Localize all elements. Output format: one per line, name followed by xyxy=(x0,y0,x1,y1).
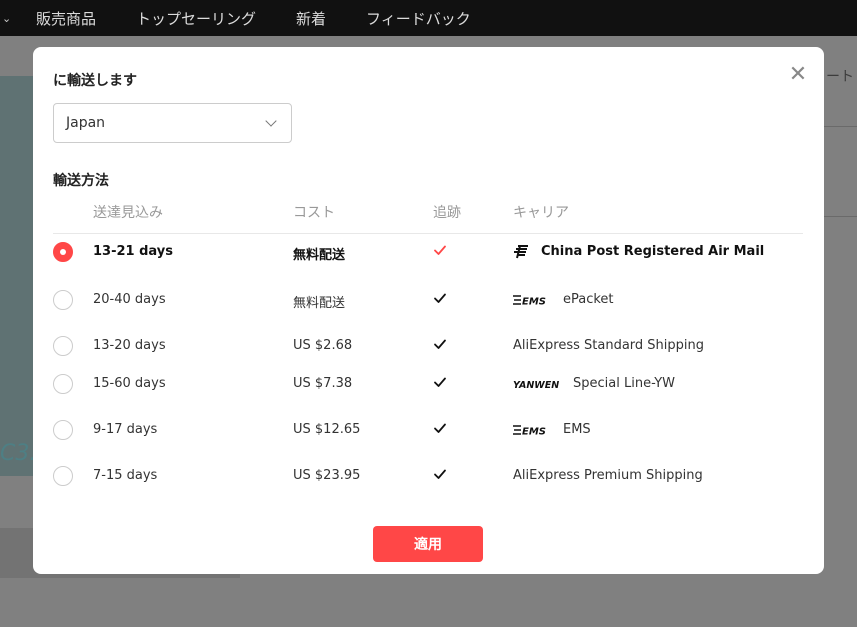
apply-button[interactable]: 適用 xyxy=(373,526,483,562)
carrier-name: China Post Registered Air Mail xyxy=(541,244,765,259)
shipping-option-row[interactable]: 7-15 days US $23.95 AliExpress Premium Shi… xyxy=(53,466,803,506)
svg-text:YANWEN: YANWEN xyxy=(513,380,559,390)
nav-item-products[interactable]: 販売商品 xyxy=(36,8,96,29)
shipping-cost: US $2.68 xyxy=(293,338,353,353)
delivery-estimate: 7-15 days xyxy=(93,468,158,483)
carrier-name: EMS xyxy=(563,422,591,437)
nav-item-top-selling[interactable]: トップセーリング xyxy=(136,8,256,29)
svg-text:EMS: EMS xyxy=(522,426,546,436)
check-icon xyxy=(433,466,449,482)
check-icon xyxy=(433,242,449,258)
shipping-option-row[interactable]: 9-17 days US $12.65 EMS EMS xyxy=(53,420,803,460)
chevron-down-icon[interactable]: ⌄ xyxy=(2,12,16,25)
radio[interactable] xyxy=(53,290,73,310)
ems-logo: EMS xyxy=(513,293,549,307)
carrier: AliExpress Premium Shipping xyxy=(513,468,703,483)
delivery-estimate: 13-21 days xyxy=(93,244,173,259)
delivery-estimate: 9-17 days xyxy=(93,422,158,437)
top-nav: ⌄ 販売商品 トップセーリング 新着 フィードバック xyxy=(0,0,857,36)
radio[interactable] xyxy=(53,420,73,440)
yanwen-logo: YANWEN xyxy=(513,377,561,391)
carrier: EMS EMS xyxy=(513,422,591,437)
shipping-option-row[interactable]: 20-40 days 無料配送 EMS ePacket xyxy=(53,290,803,330)
shipping-option-row[interactable]: 13-21 days 無料配送 China Post Registered Air … xyxy=(53,242,803,282)
right-panel xyxy=(824,126,857,127)
carrier: AliExpress Standard Shipping xyxy=(513,338,704,353)
carrier: YANWEN Special Line-YW xyxy=(513,376,675,391)
column-carrier: キャリア xyxy=(513,205,569,221)
carrier: EMS ePacket xyxy=(513,292,614,307)
radio[interactable] xyxy=(53,336,73,356)
carrier-name: Special Line-YW xyxy=(573,376,676,391)
delivery-estimate: 13-20 days xyxy=(93,338,166,353)
carrier-name: AliExpress Premium Shipping xyxy=(513,468,703,483)
ems-logo: EMS xyxy=(513,423,549,437)
country-value: Japan xyxy=(66,115,106,131)
chevron-down-icon xyxy=(265,115,277,127)
shipping-cost: US $23.95 xyxy=(293,468,361,483)
carrier-name: ePacket xyxy=(563,292,614,307)
column-delivery: 送達見込み xyxy=(93,205,163,221)
shipping-cost: 無料配送 xyxy=(293,296,346,311)
shipping-cost: 無料配送 xyxy=(293,248,346,263)
shipping-modal: ✕ に輸送します Japan 輸送方法 送達見込み コスト 追跡 キャリア 13… xyxy=(33,47,824,574)
shipping-option-row[interactable]: 15-60 days US $7.38 YANWEN Special Line-YW xyxy=(53,374,803,414)
check-icon xyxy=(433,420,449,436)
svg-text:EMS: EMS xyxy=(522,296,546,306)
delivery-estimate: 15-60 days xyxy=(93,376,166,391)
close-icon[interactable]: ✕ xyxy=(788,64,808,86)
china-post-logo xyxy=(513,244,531,259)
product-image-area xyxy=(0,76,33,476)
carrier-name: AliExpress Standard Shipping xyxy=(513,338,704,353)
radio[interactable] xyxy=(53,466,73,486)
shipping-cost: US $12.65 xyxy=(293,422,361,437)
column-tracking: 追跡 xyxy=(433,205,461,221)
check-icon xyxy=(433,290,449,306)
delivery-estimate: 20-40 days xyxy=(93,292,166,307)
shipping-method-title: 輸送方法 xyxy=(53,173,109,189)
background-label: ート xyxy=(826,69,854,85)
right-panel-divider xyxy=(824,216,857,217)
check-icon xyxy=(433,374,449,390)
table-header: 送達見込み コスト 追跡 キャリア xyxy=(53,202,803,234)
carrier: China Post Registered Air Mail xyxy=(513,244,764,259)
shipping-cost: US $7.38 xyxy=(293,376,353,391)
country-select[interactable]: Japan xyxy=(53,103,292,143)
column-cost: コスト xyxy=(293,205,335,221)
nav-item-new[interactable]: 新着 xyxy=(296,8,326,29)
check-icon xyxy=(433,336,449,352)
radio[interactable] xyxy=(53,374,73,394)
shipping-option-row[interactable]: 13-20 days US $2.68 AliExpress Standard Sh… xyxy=(53,336,803,376)
ship-to-title: に輸送します xyxy=(53,73,137,89)
radio-selected[interactable] xyxy=(53,242,73,262)
nav-item-feedback[interactable]: フィードバック xyxy=(366,8,471,29)
